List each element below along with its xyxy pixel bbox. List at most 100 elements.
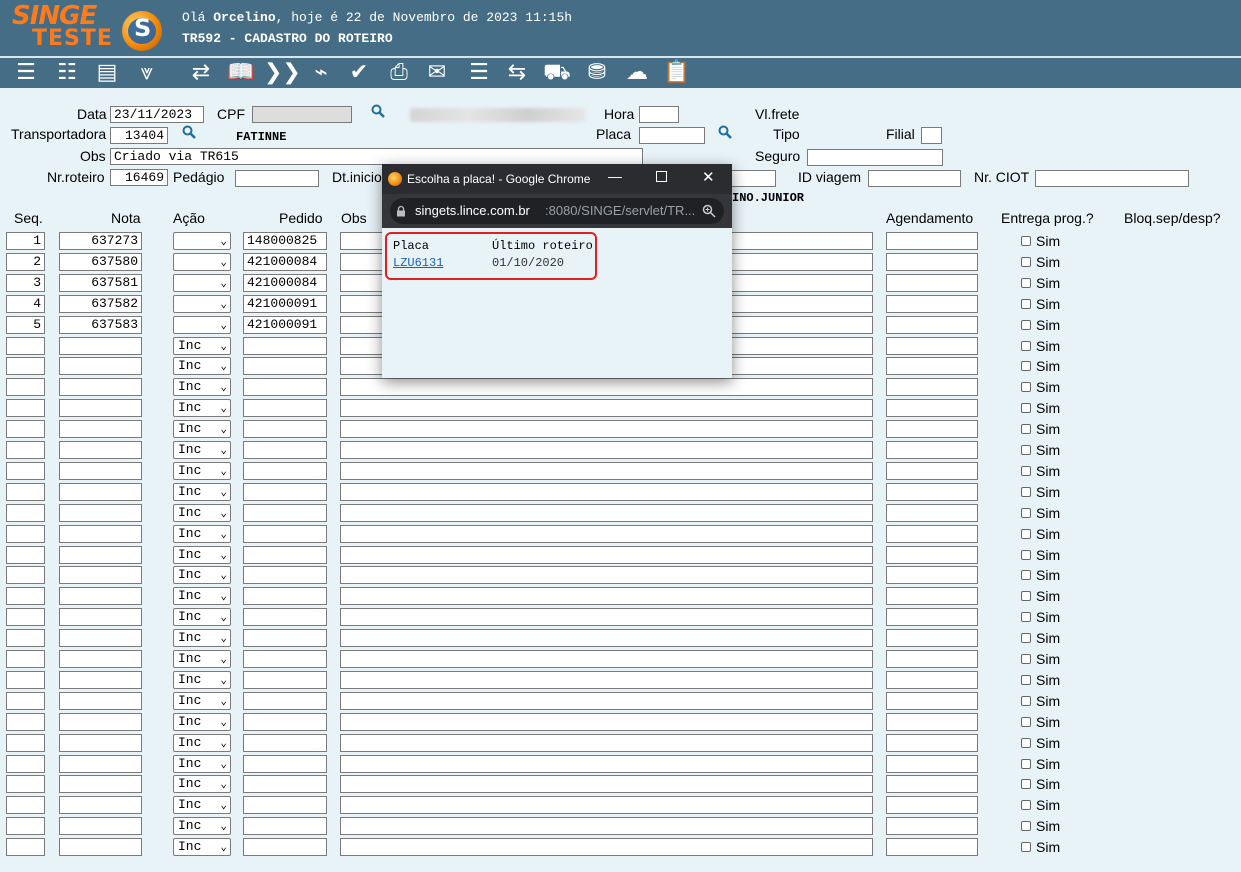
pedido-field[interactable]: 421000084	[243, 274, 327, 292]
acao-select[interactable]: Inc ⌄	[173, 650, 231, 668]
obs-row-field[interactable]	[340, 608, 873, 626]
seq-field[interactable]	[6, 566, 45, 584]
seq-field[interactable]	[6, 755, 45, 773]
obs-row-field[interactable]	[340, 399, 873, 417]
agendamento-field[interactable]	[886, 316, 978, 334]
url-box[interactable]: singets.lince.com.br :8080/SINGE/servlet…	[390, 198, 724, 224]
pedido-field[interactable]: 421000091	[243, 316, 327, 334]
acao-select[interactable]: Inc ⌄	[173, 525, 231, 543]
hora-field[interactable]	[639, 106, 679, 123]
nota-field[interactable]: 637583	[59, 316, 142, 334]
agendamento-field[interactable]	[886, 399, 978, 417]
cloud-upload-icon[interactable]: ☁	[620, 59, 654, 87]
placa-search-icon[interactable]	[718, 125, 732, 139]
entrega-checkbox[interactable]	[1021, 717, 1031, 727]
seq-field[interactable]	[6, 378, 45, 396]
acao-select[interactable]: Inc ⌄	[173, 817, 231, 835]
entrega-checkbox[interactable]	[1021, 696, 1031, 706]
seq-field[interactable]	[6, 357, 45, 375]
acao-select[interactable]: Inc ⌄	[173, 692, 231, 710]
seq-field[interactable]	[6, 817, 45, 835]
pedido-field[interactable]	[243, 587, 327, 605]
agendamento-field[interactable]	[886, 420, 978, 438]
entrega-checkbox[interactable]	[1021, 424, 1031, 434]
pedido-field[interactable]	[243, 796, 327, 814]
nota-field[interactable]	[59, 713, 142, 731]
list-icon[interactable]: ☰	[9, 59, 43, 87]
agendamento-field[interactable]	[886, 295, 978, 313]
entrega-checkbox[interactable]	[1021, 570, 1031, 580]
entrega-checkbox[interactable]	[1021, 382, 1031, 392]
entrega-checkbox[interactable]	[1021, 612, 1031, 622]
seq-field[interactable]: 2	[6, 253, 45, 271]
seq-field[interactable]	[6, 587, 45, 605]
agendamento-field[interactable]	[886, 608, 978, 626]
nota-field[interactable]	[59, 608, 142, 626]
seq-field[interactable]	[6, 399, 45, 417]
seq-field[interactable]	[6, 337, 45, 355]
nota-field[interactable]	[59, 378, 142, 396]
close-icon[interactable]: ✕	[702, 168, 715, 186]
nota-field[interactable]: 637580	[59, 253, 142, 271]
truck-icon[interactable]: ⛟	[540, 59, 574, 87]
obs-row-field[interactable]	[340, 796, 873, 814]
refresh-icon[interactable]: ⇄	[184, 59, 218, 87]
acao-select[interactable]: Inc ⌄	[173, 357, 231, 375]
agendamento-field[interactable]	[886, 357, 978, 375]
nota-field[interactable]	[59, 420, 142, 438]
check-icon[interactable]: ✔	[342, 59, 376, 87]
agendamento-field[interactable]	[886, 817, 978, 835]
agendamento-field[interactable]	[886, 232, 978, 250]
nota-field[interactable]	[59, 462, 142, 480]
acao-select[interactable]: Inc ⌄	[173, 713, 231, 731]
swap-icon[interactable]: ⇆	[500, 59, 534, 87]
acao-select[interactable]: ⌄	[173, 232, 231, 250]
pedido-field[interactable]	[243, 650, 327, 668]
pedido-field[interactable]	[243, 713, 327, 731]
nota-field[interactable]	[59, 671, 142, 689]
entrega-checkbox[interactable]	[1021, 550, 1031, 560]
acao-select[interactable]: Inc ⌄	[173, 420, 231, 438]
acao-select[interactable]: Inc ⌄	[173, 755, 231, 773]
nota-field[interactable]	[59, 692, 142, 710]
agendamento-field[interactable]	[886, 504, 978, 522]
acao-select[interactable]: ⌄	[173, 253, 231, 271]
nota-field[interactable]	[59, 546, 142, 564]
disk-icon[interactable]: ⛃	[580, 59, 614, 87]
pedido-field[interactable]	[243, 420, 327, 438]
nota-field[interactable]	[59, 399, 142, 417]
seq-field[interactable]	[6, 838, 45, 856]
nota-field[interactable]	[59, 775, 142, 793]
obs-row-field[interactable]	[340, 504, 873, 522]
fast-forward-icon[interactable]: ❯❯	[264, 59, 301, 87]
idviagem-field[interactable]	[868, 170, 961, 187]
chevrons-down-icon[interactable]: ⩔	[130, 59, 164, 87]
broom-icon[interactable]: ⌁	[304, 59, 338, 87]
pedido-field[interactable]	[243, 629, 327, 647]
nota-field[interactable]	[59, 504, 142, 522]
pedido-field[interactable]	[243, 671, 327, 689]
pedido-field[interactable]	[243, 441, 327, 459]
entrega-checkbox[interactable]	[1021, 403, 1031, 413]
entrega-checkbox[interactable]	[1021, 445, 1031, 455]
nota-field[interactable]	[59, 525, 142, 543]
book-icon[interactable]: 📖	[224, 59, 258, 87]
acao-select[interactable]: Inc ⌄	[173, 775, 231, 793]
obs-row-field[interactable]	[340, 462, 873, 480]
entrega-checkbox[interactable]	[1021, 842, 1031, 852]
acao-select[interactable]: Inc ⌄	[173, 566, 231, 584]
acao-select[interactable]: Inc ⌄	[173, 441, 231, 459]
nota-field[interactable]: 637581	[59, 274, 142, 292]
obs-row-field[interactable]	[340, 587, 873, 605]
obs-row-field[interactable]	[340, 650, 873, 668]
agendamento-field[interactable]	[886, 692, 978, 710]
pedido-field[interactable]	[243, 566, 327, 584]
entrega-checkbox[interactable]	[1021, 633, 1031, 643]
obs-row-field[interactable]	[340, 566, 873, 584]
entrega-checkbox[interactable]	[1021, 236, 1031, 246]
pedido-field[interactable]	[243, 838, 327, 856]
agendamento-field[interactable]	[886, 650, 978, 668]
maximize-icon[interactable]	[656, 171, 667, 182]
nota-field[interactable]	[59, 734, 142, 752]
agendamento-field[interactable]	[886, 775, 978, 793]
